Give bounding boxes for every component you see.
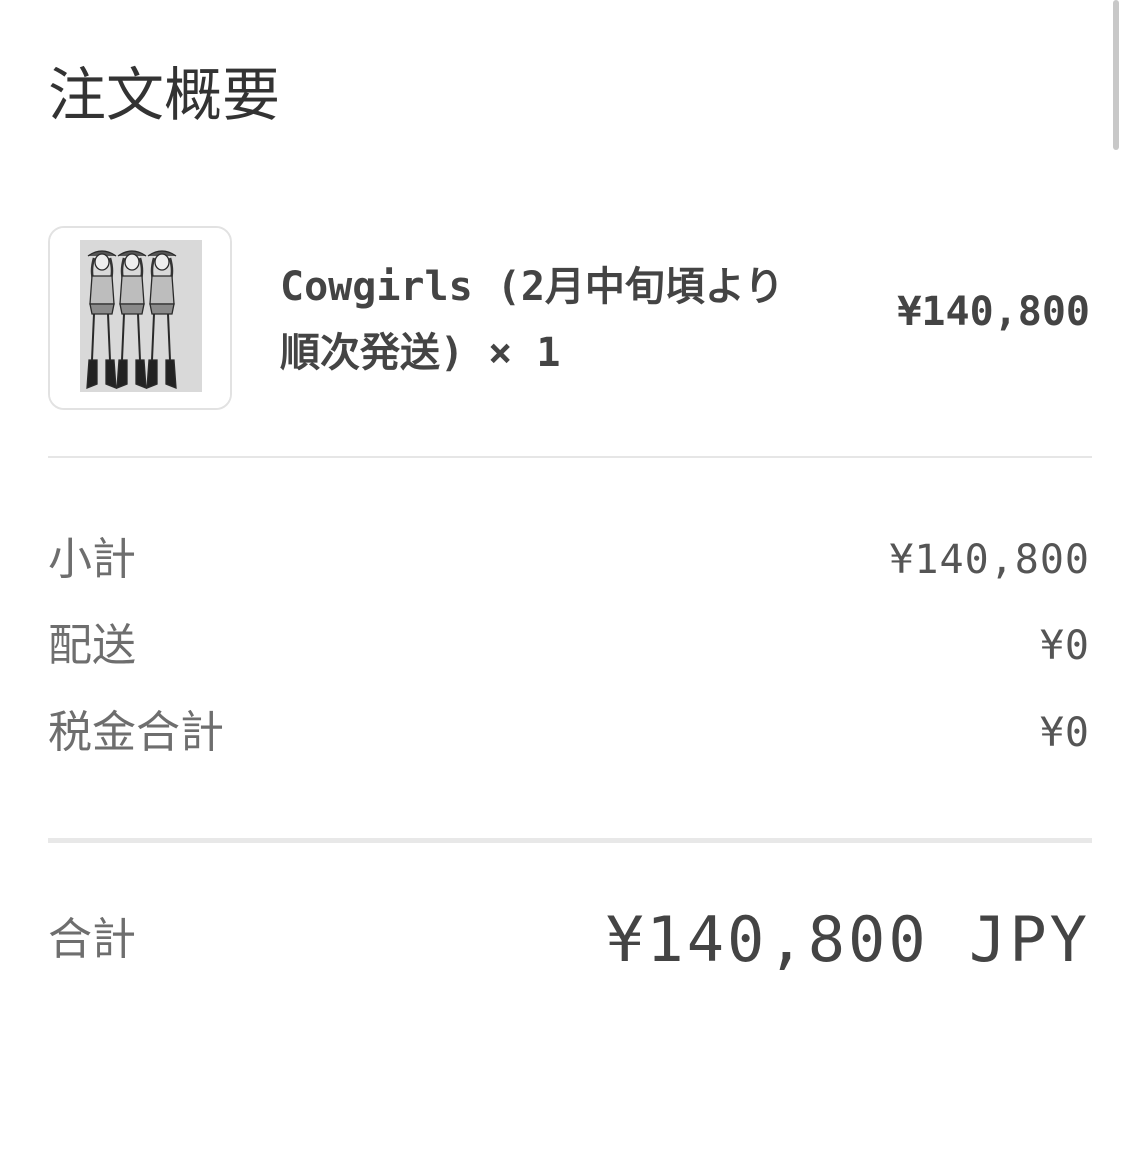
scrollbar-thumb[interactable]: [1113, 0, 1119, 150]
total-row: 合計 ¥140,800 JPY: [48, 900, 1090, 980]
total-label: 合計: [48, 914, 136, 965]
product-artwork-image: [50, 228, 230, 408]
tax-value: ¥0: [1039, 710, 1090, 756]
line-item: Cowgirls (2月中旬頃より順次発送) × 1 ¥140,800: [48, 226, 1090, 412]
divider: [48, 456, 1092, 458]
shipping-label: 配送: [48, 620, 136, 671]
tax-row: 税金合計 ¥0: [48, 703, 1090, 763]
subtotal-value: ¥140,800: [889, 537, 1090, 583]
page-title: 注文概要: [48, 61, 281, 129]
product-name: Cowgirls (2月中旬頃より順次発送) × 1: [280, 264, 785, 376]
product-price: ¥140,800: [897, 289, 1090, 335]
product-thumbnail: [48, 226, 232, 410]
subtotal-label: 小計: [48, 534, 136, 585]
subtotal-row: 小計 ¥140,800: [48, 530, 1090, 590]
total-value: ¥140,800 JPY: [606, 903, 1090, 976]
shipping-row: 配送 ¥0: [48, 616, 1090, 676]
tax-label: 税金合計: [48, 707, 224, 758]
shipping-value: ¥0: [1039, 623, 1090, 669]
total-divider: [48, 838, 1092, 843]
